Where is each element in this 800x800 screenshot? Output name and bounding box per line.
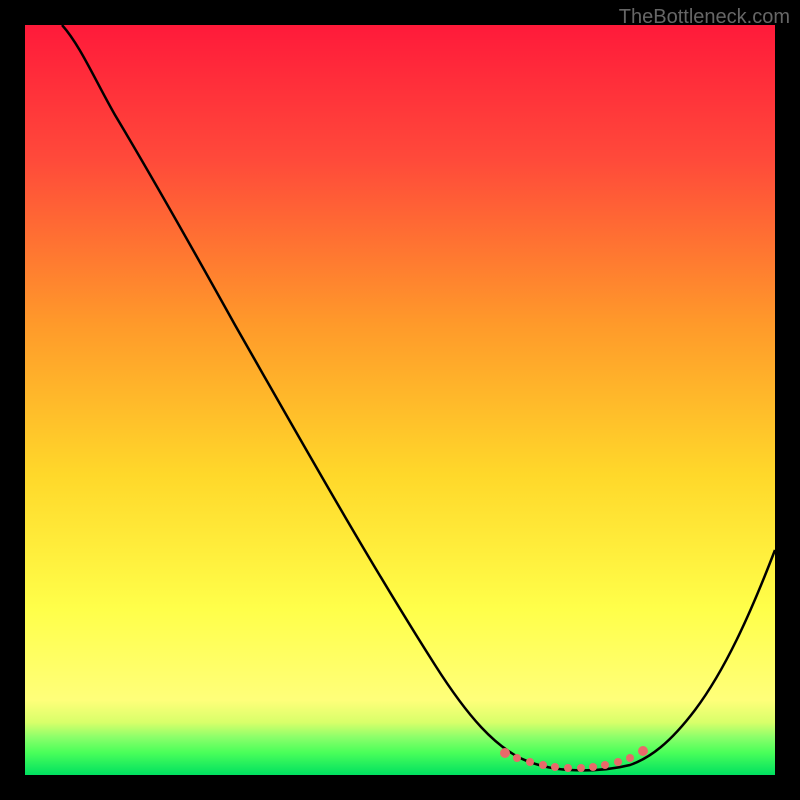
chart-lines [25, 25, 775, 775]
bottleneck-curve [62, 25, 775, 770]
watermark-text: TheBottleneck.com [619, 6, 790, 29]
chart-container [25, 25, 775, 775]
